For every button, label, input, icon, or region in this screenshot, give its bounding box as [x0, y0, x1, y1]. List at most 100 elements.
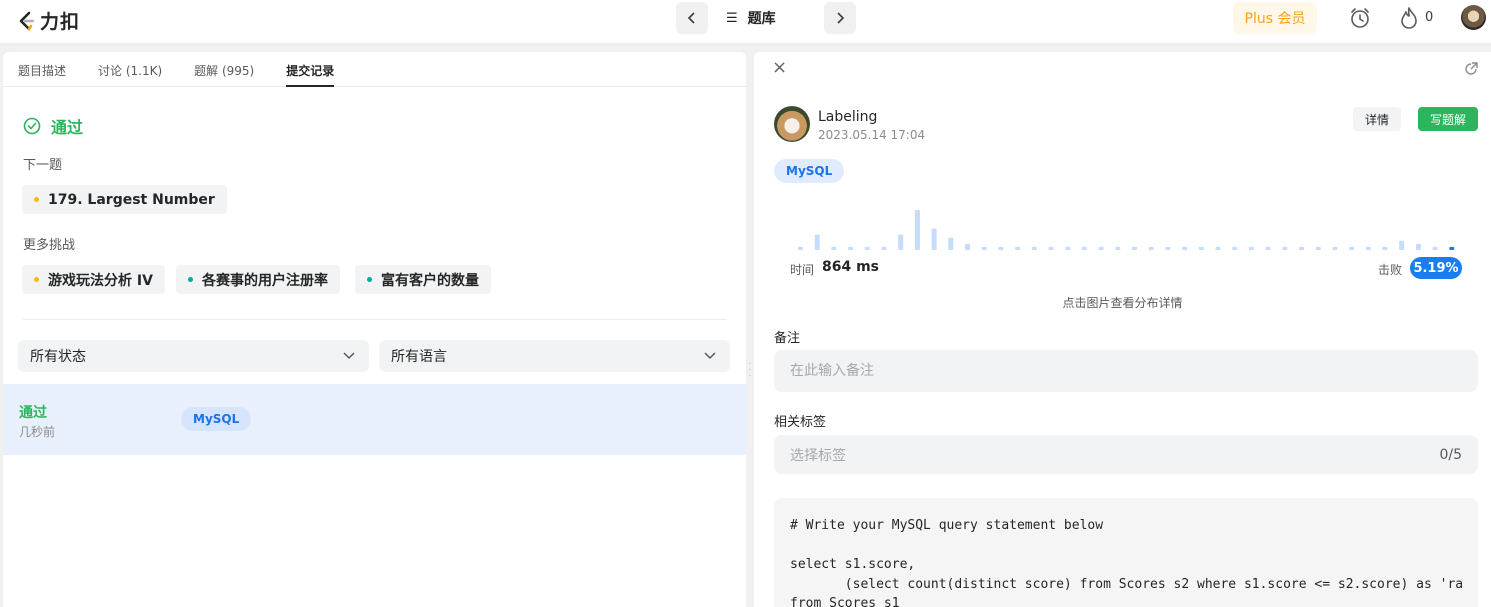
challenge-title: 游戏玩法分析 IV — [48, 272, 153, 289]
distribution-bar — [1065, 246, 1071, 250]
distribution-bar — [1299, 246, 1304, 250]
distribution-bar — [1365, 246, 1371, 250]
tab-bar: 题目描述 讨论 (1.1K) 题解 (995) 提交记录 — [3, 52, 746, 87]
difficulty-dot — [188, 277, 193, 282]
runtime-value: 864 ms — [822, 259, 880, 275]
distribution-bar — [831, 246, 837, 250]
close-icon[interactable]: × — [772, 59, 788, 77]
distribution-bar — [914, 210, 920, 250]
author-avatar — [774, 106, 810, 142]
distribution-bar — [1148, 246, 1154, 250]
chevron-down-icon — [343, 352, 355, 360]
runtime-distribution-chart[interactable] — [774, 202, 1474, 254]
streak-flame-icon[interactable] — [1398, 6, 1420, 30]
distribution-bar — [1332, 246, 1338, 250]
distribution-bar — [1048, 246, 1054, 250]
tab-description[interactable]: 题目描述 — [18, 52, 66, 87]
challenge-chip[interactable]: 游戏玩法分析 IV — [22, 265, 165, 294]
challenge-chip[interactable]: 各赛事的用户注册率 — [176, 265, 340, 294]
submission-detail-panel: × Labeling 2023.05.14 17:04 详情 写题解 MySQL… — [754, 52, 1491, 607]
challenge-chip[interactable]: 富有客户的数量 — [355, 265, 491, 294]
distribution-bar — [814, 234, 820, 250]
distribution-bar — [864, 246, 870, 250]
distribution-bar — [1415, 243, 1421, 250]
distribution-bar — [1081, 246, 1087, 250]
more-challenges-label: 更多挑战 — [23, 238, 76, 253]
next-problem-button[interactable] — [824, 2, 856, 34]
alarm-clock-icon[interactable] — [1348, 6, 1372, 30]
distribution-bar — [1098, 246, 1104, 250]
distribution-bar — [1165, 246, 1171, 250]
note-label: 备注 — [774, 331, 801, 346]
next-question-chip[interactable]: 179. Largest Number — [22, 185, 227, 214]
distribution-bar — [848, 246, 854, 250]
tags-placeholder: 选择标签 — [790, 447, 846, 464]
submission-date: 2023.05.14 17:04 — [818, 128, 926, 142]
distribution-bar — [1382, 246, 1388, 250]
language-filter-select[interactable]: 所有语言 — [379, 340, 730, 372]
tags-select[interactable]: 选择标签 0/5 — [774, 435, 1478, 474]
distribution-bar — [931, 228, 937, 250]
next-question-title: 179. Largest Number — [48, 191, 215, 208]
distribution-bar — [1265, 246, 1271, 250]
result-status: 通过 — [23, 114, 83, 138]
distribution-bar — [1432, 246, 1438, 250]
beats-percentage-badge: 5.19% — [1410, 257, 1462, 279]
details-button[interactable]: 详情 — [1353, 107, 1401, 131]
next-question-label: 下一题 — [23, 158, 63, 173]
submission-language-badge: MySQL — [181, 407, 252, 431]
tab-submissions[interactable]: 提交记录 — [286, 52, 335, 87]
distribution-bar — [1282, 246, 1288, 250]
distribution-bar — [881, 246, 887, 250]
user-avatar[interactable] — [1461, 5, 1486, 30]
distribution-hint: 点击图片查看分布详情 — [1062, 296, 1183, 310]
problem-list-link[interactable]: ☰ 题库 — [726, 8, 808, 28]
distribution-bar — [981, 246, 987, 250]
top-nav: 力扣 ☰ 题库 Plus 会员 0 — [0, 0, 1491, 44]
status-text: 通过 — [51, 118, 84, 137]
distribution-bar — [1132, 246, 1137, 250]
distribution-bar — [1198, 246, 1204, 250]
streak-count: 0 — [1425, 10, 1434, 25]
divider — [23, 319, 727, 320]
tab-discussion[interactable]: 讨论 (1.1K) — [98, 52, 162, 87]
tags-count: 0/5 — [1439, 446, 1462, 463]
logo-text: 力扣 — [40, 11, 81, 33]
difficulty-dot — [34, 277, 39, 282]
challenge-title: 富有客户的数量 — [381, 272, 479, 289]
problem-list-title: 题库 — [747, 11, 776, 27]
runtime-label: 时间 — [790, 263, 815, 277]
submission-status: 通过 — [19, 405, 47, 421]
left-panel: 题目描述 讨论 (1.1K) 题解 (995) 提交记录 通过 下一题 179.… — [3, 52, 746, 607]
tags-label: 相关标签 — [774, 415, 827, 430]
submission-row[interactable]: 通过 几秒前 MySQL — [3, 384, 746, 455]
distribution-bar — [1315, 246, 1321, 250]
panel-resize-handle[interactable]: · · · — [748, 360, 752, 382]
distribution-bar — [1115, 246, 1121, 250]
status-filter-value: 所有状态 — [30, 349, 86, 365]
share-icon[interactable] — [1463, 61, 1479, 77]
chevron-down-icon — [704, 352, 716, 360]
plus-membership-button[interactable]: Plus 会员 — [1233, 2, 1317, 34]
list-icon: ☰ — [726, 10, 738, 26]
write-solution-button[interactable]: 写题解 — [1418, 107, 1478, 131]
distribution-bar — [798, 246, 803, 250]
problem-navigator: ☰ 题库 — [676, 2, 856, 34]
distribution-bar — [965, 243, 970, 250]
difficulty-dot — [367, 277, 372, 282]
prev-problem-button[interactable] — [676, 2, 708, 34]
chevron-right-icon — [837, 12, 845, 24]
distribution-bar — [1399, 240, 1405, 250]
author-name[interactable]: Labeling — [818, 109, 877, 125]
distribution-bar — [1349, 246, 1355, 250]
distribution-bar — [1248, 246, 1254, 250]
leetcode-logo-icon — [19, 11, 35, 30]
note-input[interactable] — [774, 350, 1478, 392]
check-circle-icon — [23, 117, 41, 135]
tab-solutions[interactable]: 题解 (995) — [194, 52, 254, 87]
distribution-bar — [1449, 246, 1455, 250]
distribution-bar — [1215, 246, 1221, 250]
logo[interactable]: 力扣 — [16, 7, 80, 34]
status-filter-select[interactable]: 所有状态 — [18, 340, 369, 372]
distribution-bar — [1015, 246, 1021, 250]
